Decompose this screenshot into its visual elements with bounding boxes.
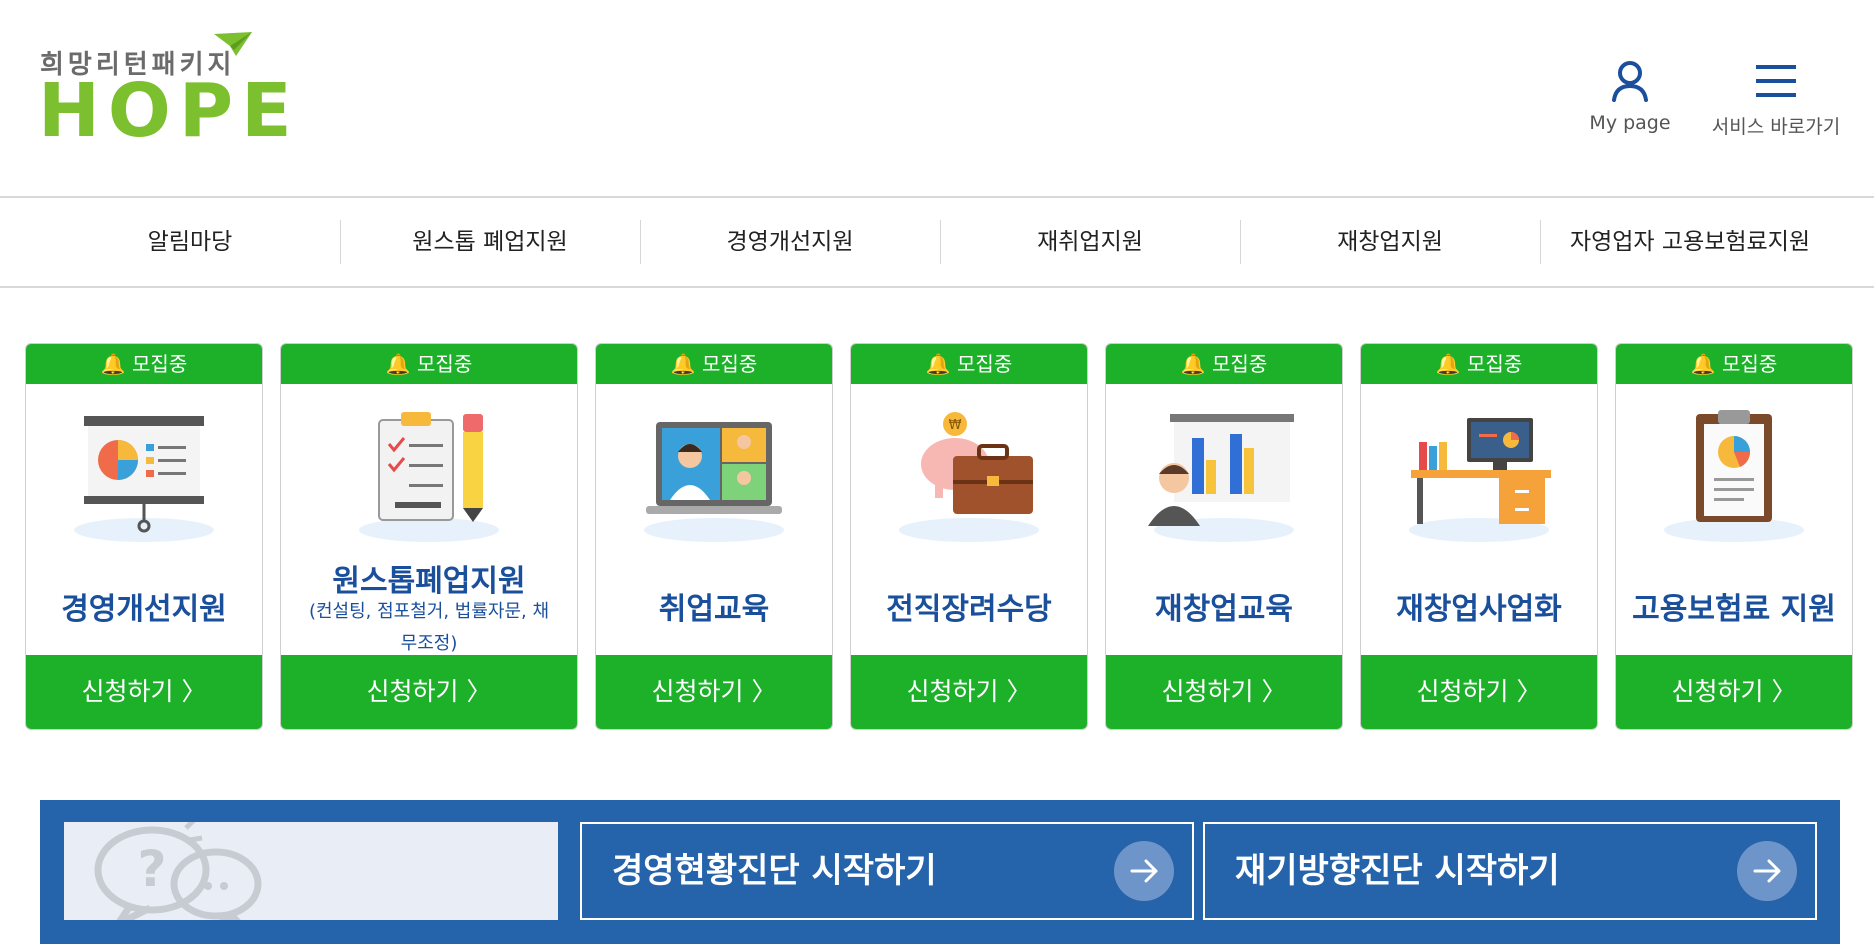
presentation-board-icon [74,416,214,542]
bell-icon: 🔔 [385,352,411,376]
nav-item-closure-support[interactable]: 원스톱 폐업지원 [340,198,640,286]
program-card-restart-education: 🔔 모집중 재창업교육 신청하기 〉 [1105,343,1343,730]
recruiting-badge: 🔔 모집중 [1106,344,1342,384]
main-nav: 알림마당 원스톱 폐업지원 경영개선지원 재취업지원 재창업지원 자영업자 고용… [0,196,1874,288]
management-diagnosis-label: 경영현황진단 시작하기 [612,851,937,891]
hamburger-menu-icon [1756,65,1796,97]
apply-button[interactable]: 신청하기 〉 [1616,655,1852,729]
diagnosis-banner: ? 경영현황진단 시작하기 재기방향진단 시작하기 [40,800,1840,944]
user-icon [1612,61,1648,102]
program-card-management: 🔔 모집중 경영개선지원 신청하기 〉 [25,343,263,730]
bell-icon: 🔔 [100,352,126,376]
office-desk-computer-icon [1409,418,1551,542]
bar-chart-presenter-icon [1148,414,1294,542]
recruiting-badge: 🔔 모집중 [26,344,262,384]
card-description: (컨설팅, 점포철거, 법률자문, 채무조정) [308,601,550,654]
checklist-pencil-icon [359,412,499,542]
service-shortcut-label: 서비스 바로가기 [1711,116,1841,138]
apply-button[interactable]: 신청하기 〉 [26,655,262,729]
logo-wordmark: HOPE [38,68,300,154]
program-card-restart-commercialization: 🔔 모집중 재창업사업화 신청하기 〉 [1360,343,1598,730]
question-speech-bubble-icon: ? [94,822,262,920]
piggy-bank-briefcase-icon: ₩ [899,412,1039,542]
recruiting-badge: 🔔 모집중 [851,344,1087,384]
management-diagnosis-button[interactable]: 경영현황진단 시작하기 [580,822,1194,920]
card-title: 취업교육 [658,592,770,627]
bell-icon: 🔔 [1435,352,1461,376]
bell-icon: 🔔 [1180,352,1206,376]
card-title: 재창업사업화 [1396,592,1562,627]
program-card-employment-education: 🔔 모집중 취업교육 신청하기 〉 [595,343,833,730]
recruiting-badge: 🔔 모집중 [596,344,832,384]
recruiting-badge: 🔔 모집중 [281,344,577,384]
card-title: 원스톱폐업지원 [332,564,526,599]
card-title: 고용보험료 지원 [1632,592,1836,627]
apply-button[interactable]: 신청하기 〉 [596,655,832,729]
bell-icon: 🔔 [1690,352,1716,376]
card-title: 전직장려수당 [886,592,1052,627]
card-title: 재창업교육 [1155,592,1293,627]
apply-button[interactable]: 신청하기 〉 [1106,655,1342,729]
faq-illustration-box: ? [64,822,558,920]
clipboard-pie-chart-icon [1664,410,1804,542]
bell-icon: 🔔 [925,352,951,376]
card-title: 경영개선지원 [61,592,227,627]
program-card-job-transfer-allowance: 🔔 모집중 ₩ 전직장려수당 신청하기 〉 [850,343,1088,730]
recruiting-badge: 🔔 모집중 [1616,344,1852,384]
recruiting-badge: 🔔 모집중 [1361,344,1597,384]
arrow-right-icon [1737,841,1797,901]
video-conference-laptop-icon [644,422,784,542]
paper-plane-icon [214,32,252,56]
recovery-direction-diagnosis-label: 재기방향진단 시작하기 [1235,851,1560,891]
apply-button[interactable]: 신청하기 〉 [851,655,1087,729]
nav-item-notice[interactable]: 알림마당 [40,198,340,286]
nav-item-reemployment[interactable]: 재취업지원 [940,198,1240,286]
apply-button[interactable]: 신청하기 〉 [281,655,577,729]
hope-logo[interactable]: 희망리턴패키지 HOPE [38,32,292,148]
svg-text:₩: ₩ [949,418,962,433]
arrow-right-icon [1114,841,1174,901]
apply-button[interactable]: 신청하기 〉 [1361,655,1597,729]
nav-item-management-improvement[interactable]: 경영개선지원 [640,198,940,286]
mypage-button[interactable]: My page [1580,60,1680,134]
recovery-direction-diagnosis-button[interactable]: 재기방향진단 시작하기 [1203,822,1817,920]
service-shortcut-button[interactable]: 서비스 바로가기 [1700,60,1852,139]
program-card-employment-insurance: 🔔 모집중 고용보험료 지원 신청하기 〉 [1615,343,1853,730]
mypage-label: My page [1589,112,1671,134]
bell-icon: 🔔 [670,352,696,376]
svg-text:?: ? [137,840,166,898]
nav-item-employment-insurance[interactable]: 자영업자 고용보험료지원 [1540,198,1840,286]
nav-item-restart-business[interactable]: 재창업지원 [1240,198,1540,286]
program-card-closure: 🔔 모집중 원스톱폐업지원 (컨설팅, 점포철거, 법률자문, 채무조정) 신청… [280,343,578,730]
site-header: 희망리턴패키지 HOPE My page 서비스 바로가기 [0,0,1874,196]
